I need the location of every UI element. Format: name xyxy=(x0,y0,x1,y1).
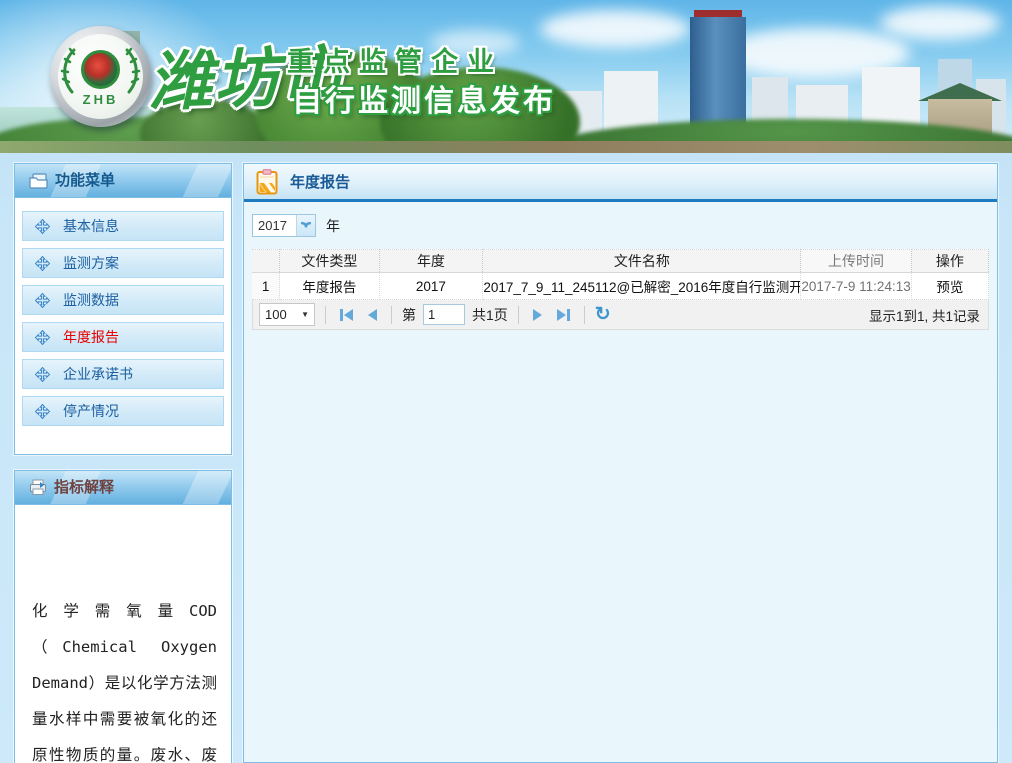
prev-page-button[interactable] xyxy=(364,309,381,321)
move-arrows-icon xyxy=(35,367,50,382)
record-count-summary: 显示1到1, 共1记录 xyxy=(869,305,980,325)
cell-year: 2017 xyxy=(379,273,483,300)
clipboard-icon xyxy=(256,169,278,195)
pager-separator xyxy=(325,306,326,324)
table-row: 1 年度报告 2017 2017_7_9_11_245112@已解密_2016年… xyxy=(252,273,989,300)
annual-report-table: 文件类型 年度 文件名称 上传时间 操作 1 年度报告 2017 2017_7_ xyxy=(252,249,989,300)
sidebar-item-label: 年度报告 xyxy=(63,327,119,347)
banner-subtitle-line2: 自行监测信息发布 xyxy=(292,76,556,120)
pager-separator xyxy=(391,306,392,324)
col-index xyxy=(252,250,280,273)
next-page-button[interactable] xyxy=(529,309,546,321)
sidebar-item-label: 监测数据 xyxy=(63,290,119,310)
col-action: 操作 xyxy=(911,250,988,273)
annual-report-header: 年度报告 xyxy=(244,164,997,202)
banner-art-cloud xyxy=(880,6,1000,40)
chevron-down-icon[interactable] xyxy=(296,215,315,236)
col-year: 年度 xyxy=(379,250,483,273)
pager-separator xyxy=(584,306,585,324)
year-select[interactable]: 2017 xyxy=(252,214,316,237)
banner-art-cloud xyxy=(540,10,690,48)
year-select-value: 2017 xyxy=(253,215,296,236)
cell-file-name: 2017_7_9_11_245112@已解密_2016年度自行监测开展情况年 xyxy=(483,273,801,300)
indicator-explanation-panel: 指标解释 化学需氧量COD（Chemical Oxygen Demand）是以化… xyxy=(14,470,232,763)
chevron-down-glyph xyxy=(301,222,311,229)
indicator-explanation-header: 指标解释 xyxy=(15,471,231,505)
page: ZHB 潍坊市 重点监管企业 自行监测信息发布 功能菜单 基本信 xyxy=(0,0,1012,763)
sidebar-item-production-suspension[interactable]: 停产情况 xyxy=(22,396,224,426)
move-arrows-icon xyxy=(35,404,50,419)
banner: ZHB 潍坊市 重点监管企业 自行监测信息发布 xyxy=(0,0,1012,153)
sidebar-item-label: 停产情况 xyxy=(63,401,119,421)
function-menu-list: 基本信息 监测方案 监测数据 年度报告 xyxy=(15,198,231,426)
first-page-button[interactable] xyxy=(336,309,357,321)
sidebar: 功能菜单 基本信息 监测方案 监测数据 xyxy=(14,163,232,763)
move-arrows-icon xyxy=(35,219,50,234)
folder-icon xyxy=(29,173,49,189)
annual-report-title: 年度报告 xyxy=(290,171,350,192)
last-page-button[interactable] xyxy=(553,309,574,321)
total-pages-label: 共1页 xyxy=(472,305,508,325)
cod-explanation-text: 化学需氧量COD（Chemical Oxygen Demand）是以化学方法测量… xyxy=(32,593,217,763)
sidebar-item-label: 基本信息 xyxy=(63,216,119,236)
sidebar-item-label: 监测方案 xyxy=(63,253,119,273)
sidebar-item-basic-info[interactable]: 基本信息 xyxy=(22,211,224,241)
banner-subtitle-line1: 重点监管企业 xyxy=(287,40,503,79)
content-area: 功能菜单 基本信息 监测方案 监测数据 xyxy=(0,163,1012,763)
preview-link[interactable]: 预览 xyxy=(911,273,988,300)
refresh-icon[interactable]: ↻ xyxy=(595,305,611,324)
table-header-row: 文件类型 年度 文件名称 上传时间 操作 xyxy=(252,250,989,273)
move-arrows-icon xyxy=(35,256,50,271)
banner-art-shore xyxy=(0,141,1012,153)
page-number-input[interactable] xyxy=(423,304,465,325)
sidebar-item-monitoring-plan[interactable]: 监测方案 xyxy=(22,248,224,278)
move-arrows-icon xyxy=(35,330,50,345)
function-menu-panel: 功能菜单 基本信息 监测方案 监测数据 xyxy=(14,163,232,455)
pager-separator xyxy=(518,306,519,324)
col-upload-time: 上传时间 xyxy=(801,250,911,273)
indicator-explanation-body: 化学需氧量COD（Chemical Oxygen Demand）是以化学方法测量… xyxy=(15,505,231,763)
sidebar-item-label: 企业承诺书 xyxy=(63,364,133,384)
site-logo-globe xyxy=(81,50,120,89)
function-menu-title: 功能菜单 xyxy=(55,164,115,198)
annual-report-panel: 年度报告 2017 年 文件类型 xyxy=(243,163,998,763)
cell-index: 1 xyxy=(252,273,280,300)
move-arrows-icon xyxy=(35,293,50,308)
sidebar-item-annual-report[interactable]: 年度报告 xyxy=(22,322,224,352)
site-logo-text: ZHB xyxy=(50,92,151,107)
sidebar-item-commitment-letter[interactable]: 企业承诺书 xyxy=(22,359,224,389)
page-size-select[interactable]: 100 ▼ xyxy=(259,303,315,326)
printer-icon xyxy=(29,479,48,496)
page-prefix-label: 第 xyxy=(402,305,416,325)
year-filter-row: 2017 年 xyxy=(252,214,989,237)
indicator-explanation-title: 指标解释 xyxy=(54,471,114,505)
function-menu-header: 功能菜单 xyxy=(15,164,231,198)
sidebar-item-monitoring-data[interactable]: 监测数据 xyxy=(22,285,224,315)
page-size-value: 100 xyxy=(265,307,287,322)
site-logo: ZHB xyxy=(50,26,151,127)
banner-art-building xyxy=(694,10,742,17)
annual-report-body: 2017 年 文件类型 年度 文件名称 上传时间 xyxy=(244,202,997,330)
dropdown-arrow-icon: ▼ xyxy=(301,310,309,319)
year-suffix-label: 年 xyxy=(326,216,340,236)
pagination-bar: 100 ▼ 第 共1页 ↻ 显示1到1, 共1记录 xyxy=(252,300,989,330)
cell-upload-time: 2017-7-9 11:24:13 xyxy=(801,273,911,300)
col-file-type: 文件类型 xyxy=(280,250,379,273)
cell-file-type: 年度报告 xyxy=(280,273,379,300)
col-file-name: 文件名称 xyxy=(483,250,801,273)
